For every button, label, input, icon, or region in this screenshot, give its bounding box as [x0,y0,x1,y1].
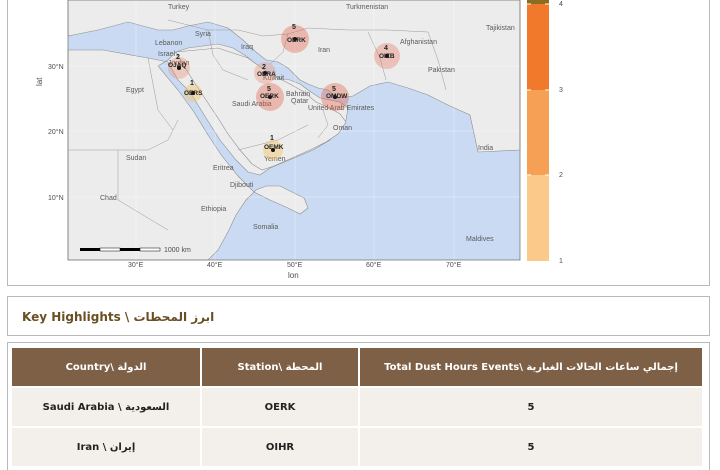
place-label: Chad [100,195,117,202]
lat-ticks: 30°N 20°N 10°N [48,63,64,202]
cell-total: 5 [360,426,702,466]
place-label: Eritrea [213,165,234,172]
legend-tick: 2 [559,172,563,179]
place-label: Qatar [291,98,309,105]
legend-top-cap [527,0,549,4]
station-marker[interactable]: 5 OERK [256,83,284,111]
place-label: Turkmenistan [346,4,388,11]
place-label: Ethiopia [201,206,226,213]
station-count: 5 [292,24,296,31]
station-code: OMDW [326,93,348,100]
y-axis-title: lat [35,77,44,86]
station-count: 1 [190,80,194,87]
place-label: Oman [333,125,352,132]
place-label: Egypt [126,87,144,94]
station-count: 2 [262,64,266,71]
station-code: OERK [260,93,279,100]
lon-tick: 60°E [366,261,382,269]
place-label: Bahrain [286,91,310,98]
place-label: Iraq [241,44,253,51]
place-label: Iran [318,47,330,54]
place-label: Tajikistan [486,25,515,32]
highlights-table: Country\ الدولة Station\ المحطة Total Du… [12,348,702,466]
table-row: Iran \ إيران OIHR 5 [12,426,702,466]
place-label: Pakistan [428,67,455,74]
place-label: Israel [158,51,176,58]
place-label: Maldives [466,236,494,243]
legend-swatch [527,4,549,90]
station-code: OIZB [379,53,395,60]
place-label: India [478,145,493,152]
map-panel: Turkey Turkmenistan Syria Lebanon Israel… [7,0,710,286]
legend-swatch [527,90,549,175]
cell-station: OERK [202,386,360,426]
table-row: Saudi Arabia \ السعودية OERK 5 [12,386,702,426]
cell-total: 5 [360,386,702,426]
lon-ticks: 30°E 40°E 50°E 60°E 70°E [128,261,462,269]
station-count: 4 [384,45,388,52]
station-count: 2 [176,54,180,61]
legend-tick: 4 [559,1,563,8]
lat-tick: 20°N [48,128,64,136]
station-code: OERA [257,71,276,78]
legend-tick: 1 [559,258,563,265]
dust-map: Turkey Turkmenistan Syria Lebanon Israel… [35,0,563,280]
lon-tick: 30°E [128,261,144,269]
lon-tick: 50°E [287,261,303,269]
column-header-station: Station\ المحطة [202,348,360,386]
cell-country: Saudi Arabia \ السعودية [12,386,202,426]
column-header-country: Country\ الدولة [12,348,202,386]
section-title: Key Highlights \ ابرز المحطات [22,310,215,324]
station-code: OERK [287,37,306,44]
scale-bar-label: 1000 km [164,247,191,254]
station-marker[interactable]: 4 OIZB [374,43,400,69]
station-count: 5 [267,86,271,93]
lon-tick: 40°E [207,261,223,269]
cell-country: Iran \ إيران [12,426,202,466]
station-code: OEMK [264,144,284,151]
place-label: Syria [195,31,211,38]
legend-tick: 3 [559,87,563,94]
station-code: OERS [184,90,203,97]
place-label: Somalia [253,224,278,231]
place-label: Djibouti [230,182,254,189]
lon-tick: 70°E [446,261,462,269]
legend-swatch [527,175,549,261]
key-highlights-header: Key Highlights \ ابرز المحطات [7,296,710,336]
lat-tick: 30°N [48,63,64,71]
x-axis-title: lon [288,271,299,280]
place-label: Sudan [126,155,146,162]
station-count: 5 [332,86,336,93]
table-header-row: Country\ الدولة Station\ المحطة Total Du… [12,348,702,386]
highlights-table-panel: Country\ الدولة Station\ المحطة Total Du… [7,342,710,470]
cell-station: OIHR [202,426,360,466]
place-label: Lebanon [155,40,182,47]
station-code: OJAQ [168,62,186,69]
lat-tick: 10°N [48,194,64,202]
station-marker[interactable]: 2 OERA [254,62,276,84]
place-label: Turkey [168,4,190,11]
station-marker[interactable]: 5 OMDW [321,83,349,111]
station-count: 1 [270,135,274,142]
place-label: Afghanistan [400,39,437,46]
column-header-total: Total Dust Hours Events\ إجمالي ساعات ال… [360,348,702,386]
legend: 4 3 2 1 [527,0,563,265]
